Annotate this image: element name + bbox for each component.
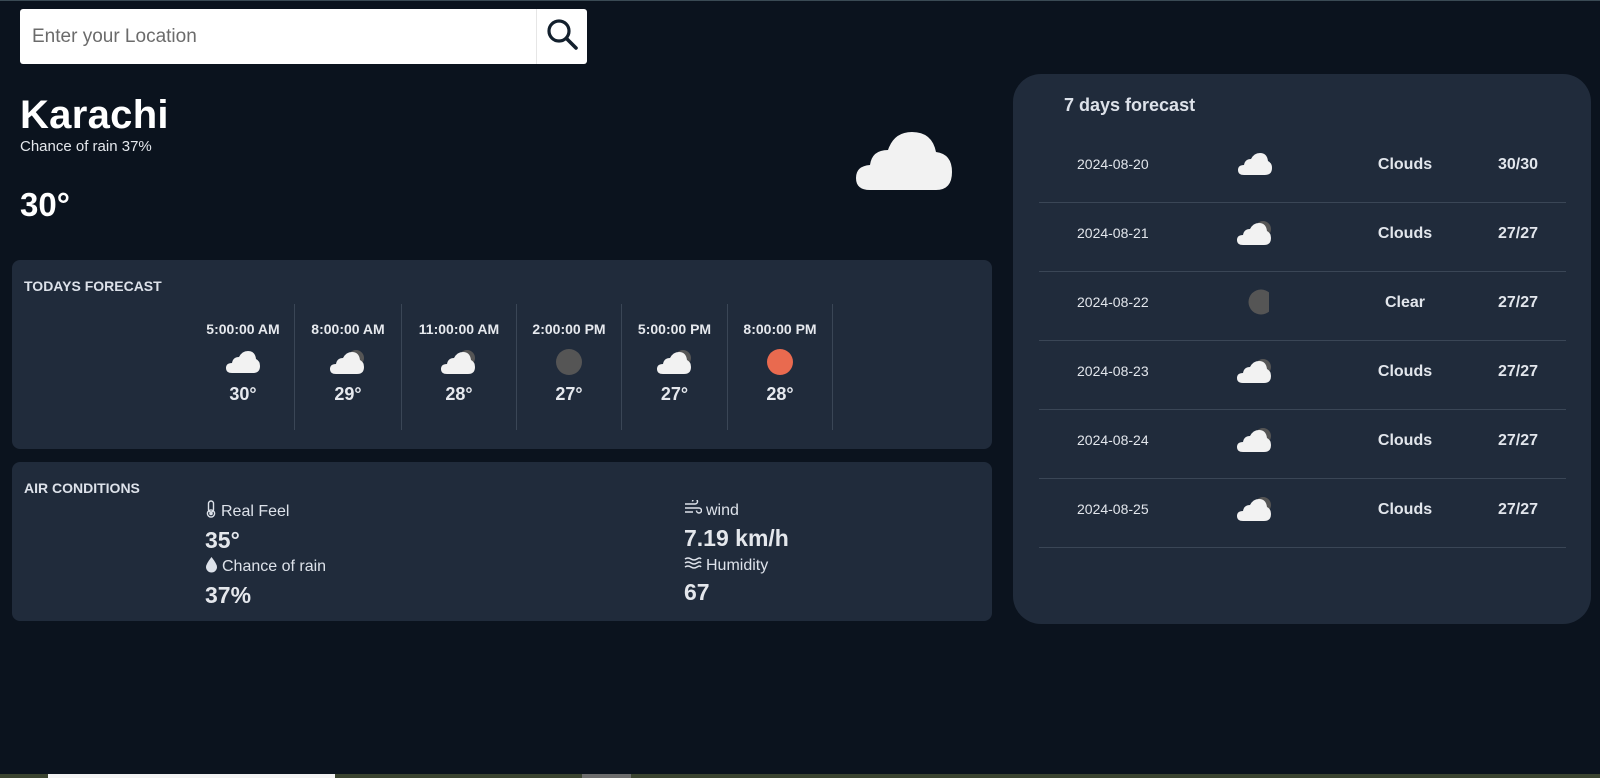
cloud-icon xyxy=(1235,146,1275,182)
hour-temp: 29° xyxy=(334,384,362,404)
daily-forecast-row: 2024-08-21 Clouds 27/27 xyxy=(1039,203,1566,272)
current-temperature: 30° xyxy=(20,186,70,223)
seven-day-forecast-panel: 7 days forecast 2024-08-20 Clouds 30/30 … xyxy=(1013,74,1591,624)
forecast-date: 2024-08-22 xyxy=(1077,294,1149,310)
search-icon xyxy=(545,17,579,56)
real-feel: Real Feel 35° xyxy=(205,500,289,554)
hour-item: 5:00:00 AM 30° xyxy=(192,304,295,430)
daily-forecast-row: 2024-08-25 Clouds 27/27 xyxy=(1039,479,1566,548)
daily-forecast-row: 2024-08-22 Clear 27/27 xyxy=(1039,272,1566,341)
forecast-date: 2024-08-24 xyxy=(1077,432,1149,448)
hour-item: 2:00:00 PM 27° xyxy=(517,304,622,430)
hourly-forecast-list: 5:00:00 AM 30° 8:00:00 AM 29° 11:00:00 A… xyxy=(192,304,833,430)
search-button[interactable] xyxy=(536,9,587,64)
top-border xyxy=(0,0,1600,1)
forecast-date: 2024-08-25 xyxy=(1077,501,1149,517)
daily-forecast-row: 2024-08-20 Clouds 30/30 xyxy=(1039,134,1566,203)
humidity-icon xyxy=(684,556,702,575)
wind-label: wind xyxy=(706,501,739,519)
wind-icon xyxy=(684,498,703,521)
thermometer-icon xyxy=(205,500,217,523)
forecast-date: 2024-08-21 xyxy=(1077,225,1149,241)
cloud-moon-icon xyxy=(1235,422,1275,458)
daily-forecast-row: 2024-08-23 Clouds 27/27 xyxy=(1039,341,1566,410)
cloud-icon xyxy=(856,128,954,197)
forecast-condition: Clouds xyxy=(1377,156,1433,173)
seven-day-forecast-title: 7 days forecast xyxy=(1064,95,1196,115)
hour-item: 8:00:00 AM 29° xyxy=(295,304,402,430)
taskbar-item xyxy=(582,774,631,778)
air-conditions-title: AIR CONDITIONS xyxy=(24,480,140,496)
hour-temp: 27° xyxy=(660,384,689,404)
hour-item: 11:00:00 AM 28° xyxy=(402,304,517,430)
hour-time: 5:00:00 AM xyxy=(206,321,280,337)
forecast-temp: 30/30 xyxy=(1497,156,1539,173)
hour-item: 8:00:00 PM 28° xyxy=(728,304,833,430)
cloud-moon-icon xyxy=(656,342,693,382)
forecast-condition: Clouds xyxy=(1377,501,1433,518)
moon-icon xyxy=(555,342,583,382)
wind-value: 7.19 km/h xyxy=(684,525,789,551)
forecast-date: 2024-08-23 xyxy=(1077,363,1149,379)
city-name: Karachi xyxy=(20,93,169,137)
cloud-moon-icon xyxy=(1235,491,1275,527)
forecast-date: 2024-08-20 xyxy=(1077,156,1149,172)
bottom-taskbar-strip xyxy=(0,774,1600,778)
humidity-label: Humidity xyxy=(706,556,769,574)
droplet-icon xyxy=(205,556,218,578)
chance-of-rain: Chance of rain 37% xyxy=(205,556,326,609)
wind: wind 7.19 km/h xyxy=(684,498,789,552)
hour-temp: 28° xyxy=(766,384,794,404)
cloud-icon xyxy=(226,342,260,382)
hour-time: 8:00:00 PM xyxy=(743,321,817,337)
hour-temp: 28° xyxy=(445,384,473,404)
forecast-condition: Clouds xyxy=(1377,432,1433,449)
cloud-moon-icon xyxy=(1235,353,1275,389)
real-feel-value: 35° xyxy=(205,527,240,553)
location-search-input[interactable] xyxy=(20,9,536,64)
forecast-temp: 27/27 xyxy=(1497,432,1539,449)
forecast-temp: 27/27 xyxy=(1497,294,1539,311)
forecast-condition: Clouds xyxy=(1377,363,1433,380)
forecast-condition: Clouds xyxy=(1377,225,1433,242)
humidity-value: 67 xyxy=(684,579,710,605)
cloud-moon-icon xyxy=(1235,215,1275,251)
moon-icon xyxy=(1235,284,1275,320)
daily-forecast-list: 2024-08-20 Clouds 30/30 2024-08-21 Cloud… xyxy=(1039,134,1566,548)
forecast-temp: 27/27 xyxy=(1497,501,1539,518)
search-bar xyxy=(20,9,587,64)
cloud-moon-icon xyxy=(330,342,366,382)
hour-temp: 27° xyxy=(555,384,583,404)
humidity: Humidity 67 xyxy=(684,556,768,606)
air-conditions-panel: AIR CONDITIONS Real Feel 35° Chance of r… xyxy=(12,462,992,621)
hour-item: 5:00:00 PM 27° xyxy=(622,304,728,430)
taskbar-item xyxy=(48,774,335,778)
chance-of-rain-value: 37% xyxy=(205,582,252,608)
todays-forecast-panel: TODAYS FORECAST 5:00:00 AM 30° 8:00:00 A… xyxy=(12,260,992,449)
todays-forecast-title: TODAYS FORECAST xyxy=(24,278,162,294)
hour-time: 5:00:00 PM xyxy=(637,321,712,337)
hour-time: 8:00:00 AM xyxy=(311,321,385,337)
forecast-condition: Clear xyxy=(1384,294,1426,311)
chance-of-rain-label: Chance of rain xyxy=(222,558,327,575)
forecast-temp: 27/27 xyxy=(1497,363,1539,380)
forecast-temp: 27/27 xyxy=(1497,225,1539,242)
rain-chance-text: Chance of rain 37% xyxy=(20,138,152,155)
cloud-moon-icon xyxy=(441,342,477,382)
hour-time: 2:00:00 PM xyxy=(532,321,606,337)
hour-temp: 30° xyxy=(229,384,257,404)
real-feel-label: Real Feel xyxy=(221,502,290,520)
hour-time: 11:00:00 AM xyxy=(418,321,500,337)
sun-icon xyxy=(766,342,794,382)
daily-forecast-row: 2024-08-24 Clouds 27/27 xyxy=(1039,410,1566,479)
